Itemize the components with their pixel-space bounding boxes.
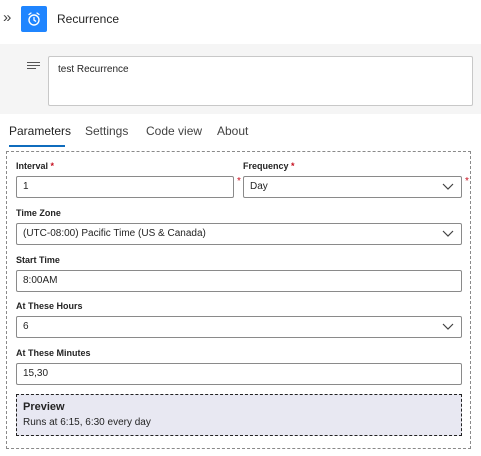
tab-bar: Parameters Settings Code view About (0, 117, 481, 147)
chevron-down-icon (442, 183, 454, 190)
tab-parameters[interactable]: Parameters (9, 124, 71, 138)
header: » Recurrence (0, 0, 481, 40)
at-these-hours-select[interactable]: 6 (16, 316, 462, 338)
collapse-panel-icon[interactable]: » (3, 10, 17, 26)
active-tab-indicator (9, 145, 65, 147)
page-title: Recurrence (57, 12, 120, 26)
at-these-minutes-label: At These Minutes (16, 348, 91, 358)
time-zone-label: Time Zone (16, 208, 61, 218)
chevron-down-icon (442, 230, 454, 237)
preview-panel: Preview Runs at 6:15, 6:30 every day (16, 394, 462, 436)
at-these-hours-label: At These Hours (16, 301, 83, 311)
at-these-hours-value: 6 (23, 321, 29, 332)
at-these-minutes-input[interactable]: 15,30 (16, 363, 462, 385)
tab-about[interactable]: About (217, 124, 248, 138)
frequency-label: Frequency * (243, 161, 295, 171)
start-time-label: Start Time (16, 255, 60, 265)
frequency-select[interactable]: Day (243, 176, 462, 198)
interval-label: Interval * (16, 161, 55, 171)
interval-input[interactable]: 1 (16, 176, 234, 198)
interval-required-mark: * (237, 176, 241, 187)
preview-title: Preview (23, 401, 65, 413)
alarm-clock-icon (21, 6, 47, 32)
time-zone-value: (UTC-08:00) Pacific Time (US & Canada) (23, 228, 206, 239)
chevron-down-icon (442, 323, 454, 330)
description-field[interactable]: test Recurrence (48, 56, 473, 106)
frequency-required-mark: * (465, 176, 469, 187)
frequency-value: Day (250, 181, 268, 192)
preview-text: Runs at 6:15, 6:30 every day (23, 417, 151, 428)
tab-settings[interactable]: Settings (85, 124, 128, 138)
text-lines-icon (27, 62, 40, 72)
tab-code-view[interactable]: Code view (146, 124, 202, 138)
time-zone-select[interactable]: (UTC-08:00) Pacific Time (US & Canada) (16, 223, 462, 245)
start-time-input[interactable]: 8:00AM (16, 270, 462, 292)
